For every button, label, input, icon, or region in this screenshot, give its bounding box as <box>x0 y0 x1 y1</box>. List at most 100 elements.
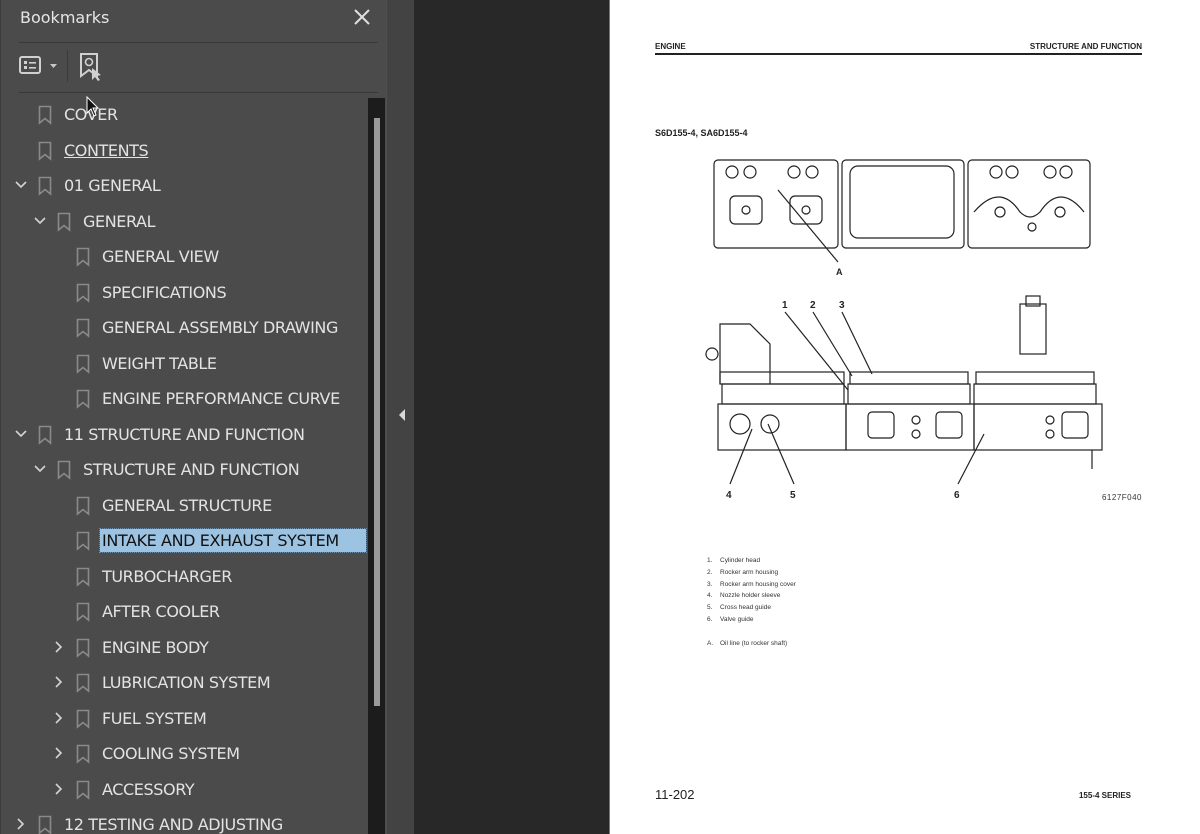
bookmark-icon <box>76 638 90 658</box>
bookmark-label: COOLING SYSTEM <box>102 744 240 763</box>
callout-a: A <box>836 267 843 277</box>
parts-legend: 1. Cylinder head 2. Rocker arm housing 3. Roc… <box>707 555 796 650</box>
cylinder-head-top-view-figure: A <box>713 159 1091 277</box>
figure-code: 6127F040 <box>1101 493 1142 502</box>
bookmark-item[interactable]: ENGINE PERFORMANCE CURVE <box>0 381 368 415</box>
bookmark-item[interactable]: GENERAL ASSEMBLY DRAWING <box>0 310 368 344</box>
callout-1: 1 <box>782 300 788 311</box>
bookmark-icon <box>76 602 90 622</box>
page-header-right: STRUCTURE AND FUNCTION <box>1029 42 1142 51</box>
bookmark-item[interactable]: GENERAL <box>0 204 368 238</box>
bookmark-item[interactable]: COOLING SYSTEM <box>0 736 368 770</box>
dropdown-caret-icon <box>50 64 57 68</box>
bookmark-item[interactable]: STRUCTURE AND FUNCTION <box>0 452 368 486</box>
document-page: ENGINE STRUCTURE AND FUNCTION S6D155-4, … <box>609 0 1200 834</box>
close-panel-button[interactable] <box>350 4 374 30</box>
legend-text: Rocker arm housing cover <box>720 580 796 588</box>
bookmark-item[interactable]: 12 TESTING AND ADJUSTING <box>0 807 368 834</box>
chevron-down-icon[interactable] <box>14 176 28 194</box>
bookmark-label: COVER <box>64 105 118 124</box>
bookmark-item[interactable]: COVER <box>0 97 368 131</box>
bookmark-label: GENERAL VIEW <box>102 247 219 266</box>
bookmark-options-button[interactable] <box>18 52 60 80</box>
chevron-right-icon[interactable] <box>52 744 66 762</box>
chevron-right-icon[interactable] <box>52 780 66 798</box>
find-current-bookmark-button[interactable] <box>78 52 106 82</box>
list-options-icon <box>19 56 57 74</box>
bookmark-label: SPECIFICATIONS <box>102 282 227 302</box>
page-number: 11-202 <box>655 787 695 802</box>
bookmark-label: ACCESSORY <box>102 779 195 799</box>
bookmark-icon <box>76 354 90 374</box>
bookmark-icon <box>38 815 52 834</box>
chevron-down-icon[interactable] <box>14 425 28 443</box>
callout-3: 3 <box>839 300 845 311</box>
bookmarks-panel: Bookmarks COVER CONTENTS 01 GENERAL GENERAL… <box>0 0 390 834</box>
legend-text: Cylinder head <box>720 557 761 564</box>
bookmark-item[interactable]: GENERAL STRUCTURE <box>0 488 368 522</box>
bookmark-icon <box>38 176 52 196</box>
divider <box>19 92 378 93</box>
callout-5: 5 <box>790 490 796 501</box>
bookmark-label: 11 STRUCTURE AND FUNCTION <box>64 424 305 444</box>
bookmark-icon <box>76 673 90 693</box>
bookmark-item[interactable]: ACCESSORY <box>0 772 368 806</box>
bookmark-icon <box>76 389 90 409</box>
legend-key: 6. <box>707 615 713 623</box>
bookmark-icon <box>76 318 90 338</box>
bookmark-item[interactable]: 01 GENERAL <box>0 168 368 202</box>
bookmark-icon <box>76 531 90 551</box>
bookmark-item[interactable]: LUBRICATION SYSTEM <box>0 665 368 699</box>
bookmark-label: GENERAL <box>83 211 156 231</box>
chevron-down-icon[interactable] <box>33 460 47 478</box>
page-header-left: ENGINE <box>655 42 686 51</box>
bookmark-label: 01 GENERAL <box>64 176 161 195</box>
find-current-bookmark-icon <box>80 53 101 81</box>
chevron-down-icon[interactable] <box>33 212 47 230</box>
bookmark-item[interactable]: FUEL SYSTEM <box>0 701 368 735</box>
bookmark-icon <box>57 460 71 480</box>
legend-key: 1. <box>707 557 713 564</box>
legend-key: A. <box>707 639 714 647</box>
bookmark-item[interactable]: SPECIFICATIONS <box>0 275 368 309</box>
bookmark-item[interactable]: AFTER COOLER <box>0 594 368 628</box>
close-icon <box>354 9 370 25</box>
bookmark-icon <box>57 212 71 232</box>
legend-item: A. Oil line (to rocker shaft) <box>707 638 796 650</box>
bookmark-item[interactable]: CONTENTS <box>0 133 368 167</box>
legend-item: 5. Cross head guide <box>707 602 796 614</box>
bookmark-label: FUEL SYSTEM <box>102 708 207 728</box>
legend-item: 3. Rocker arm housing cover <box>707 579 796 591</box>
bookmark-item[interactable]: TURBOCHARGER <box>0 559 368 593</box>
bookmark-label: WEIGHT TABLE <box>102 353 217 373</box>
legend-text: Valve guide <box>720 615 754 623</box>
bookmark-item[interactable]: 11 STRUCTURE AND FUNCTION <box>0 417 368 451</box>
legend-key: 5. <box>707 604 713 612</box>
bookmark-label: ENGINE PERFORMANCE CURVE <box>102 389 340 408</box>
chevron-right-icon[interactable] <box>52 709 66 727</box>
bookmark-label: 12 TESTING AND ADJUSTING <box>64 815 283 834</box>
bookmark-item[interactable]: ENGINE BODY <box>0 630 368 664</box>
triangle-left-icon <box>399 409 405 421</box>
bookmark-icon <box>38 425 52 445</box>
bookmark-item[interactable]: WEIGHT TABLE <box>0 346 368 380</box>
bookmark-item[interactable]: GENERAL VIEW <box>0 239 368 273</box>
collapse-panel-handle[interactable] <box>386 0 414 834</box>
chevron-right-icon[interactable] <box>14 815 28 833</box>
legend-text: Oil line (to rocker shaft) <box>720 639 788 647</box>
bookmark-icon <box>76 709 90 729</box>
bookmark-label: ENGINE BODY <box>102 637 209 657</box>
scrollbar-thumb[interactable] <box>374 118 380 706</box>
chevron-right-icon[interactable] <box>52 673 66 691</box>
legend-gap <box>707 626 796 638</box>
legend-item: 6. Valve guide <box>707 614 796 626</box>
bookmark-label: LUBRICATION SYSTEM <box>102 673 271 692</box>
bookmark-item[interactable]: INTAKE AND EXHAUST SYSTEM <box>0 523 368 557</box>
legend-item: 1. Cylinder head <box>707 555 796 567</box>
callout-6: 6 <box>954 490 960 501</box>
header-rule <box>655 53 1142 55</box>
chevron-right-icon[interactable] <box>52 638 66 656</box>
bookmark-icon <box>76 567 90 587</box>
legend-key: 3. <box>707 580 713 588</box>
bookmark-icon <box>76 744 90 764</box>
